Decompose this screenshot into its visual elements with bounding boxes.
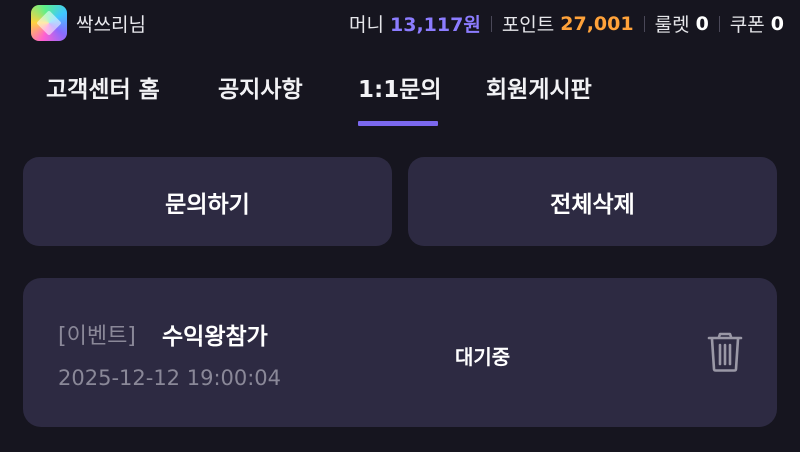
user-stats: 머니 13,117원 포인트 27,001 룰렛 0 쿠폰 0 [349, 10, 784, 37]
inquire-button[interactable]: 문의하기 [23, 157, 392, 246]
divider [643, 15, 645, 32]
tab-member-board[interactable]: 회원게시판 [486, 72, 592, 112]
roulette-value: 0 [695, 12, 709, 35]
roulette-label: 룰렛 [654, 14, 690, 36]
active-tab-indicator [358, 121, 438, 126]
tab-notices[interactable]: 공지사항 [218, 72, 303, 112]
inquiry-title: 수익왕참가 [162, 324, 268, 350]
money-value: 13,117원 [390, 14, 481, 36]
points-label: 포인트 [501, 14, 555, 36]
trash-icon[interactable] [707, 332, 743, 372]
top-bar: 싹쓰리님 머니 13,117원 포인트 27,001 룰렛 0 쿠폰 0 [0, 0, 800, 46]
points-value: 27,001 [560, 12, 634, 35]
support-tabs: 고객센터 홈 공지사항 1:1문의 회원게시판 [0, 72, 800, 128]
inquiry-category: [이벤트] [58, 324, 136, 349]
divider [490, 15, 492, 32]
inquiry-status: 대기중 [455, 345, 511, 369]
coupon-label: 쿠폰 [729, 14, 765, 36]
tab-support-home[interactable]: 고객센터 홈 [46, 72, 160, 112]
profile-avatar[interactable] [31, 5, 67, 41]
money-label: 머니 [349, 14, 384, 36]
coupon-value: 0 [770, 12, 784, 35]
username: 싹쓰리님 [76, 14, 146, 36]
delete-all-button[interactable]: 전체삭제 [408, 157, 777, 246]
inquiry-item[interactable]: [이벤트] 수익왕참가 2025-12-12 19:00:04 대기중 [23, 278, 777, 427]
inquiry-date: 2025-12-12 19:00:04 [58, 366, 282, 390]
divider [718, 15, 720, 32]
tab-one-to-one-inquiry[interactable]: 1:1문의 [358, 72, 442, 112]
